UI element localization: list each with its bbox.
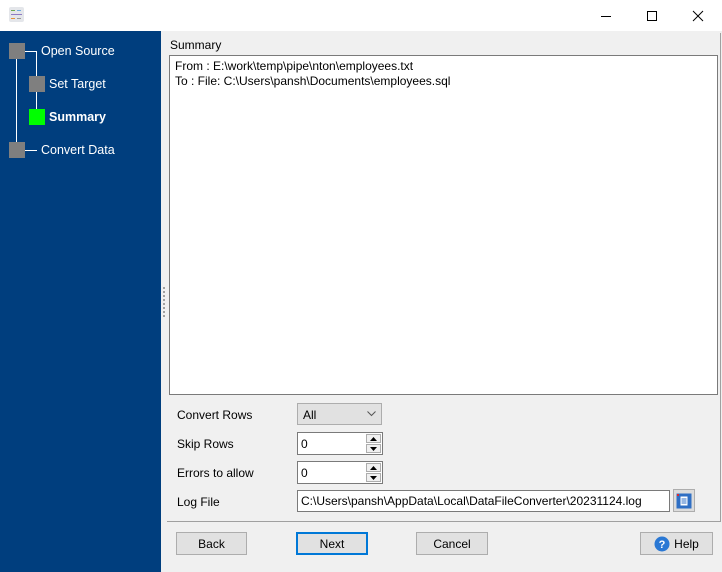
maximize-icon	[647, 10, 657, 21]
log-file-input[interactable]: C:\Users\pansh\AppData\Local\DataFileCon…	[297, 490, 670, 512]
convert-rows-label: Convert Rows	[177, 408, 253, 422]
grip-dot	[163, 291, 165, 293]
step-marker-convert-data	[9, 142, 25, 158]
tree-line	[24, 150, 37, 151]
errors-up-button[interactable]	[366, 463, 381, 472]
step-marker-open-source	[9, 43, 25, 59]
file-browse-icon	[676, 493, 692, 508]
errors-to-allow-label: Errors to allow	[177, 466, 254, 480]
cancel-button[interactable]: Cancel	[416, 532, 488, 555]
chevron-down-icon	[367, 411, 376, 417]
grip-dot	[163, 295, 165, 297]
log-file-value: C:\Users\pansh\AppData\Local\DataFileCon…	[301, 494, 642, 508]
skip-rows-up-button[interactable]	[366, 434, 381, 443]
help-label: Help	[674, 536, 699, 551]
arrow-down-icon	[370, 475, 377, 480]
step-open-source[interactable]: Open Source	[41, 44, 115, 58]
errors-to-allow-value: 0	[301, 466, 308, 480]
next-button[interactable]: Next	[296, 532, 368, 555]
convert-rows-select[interactable]: All	[297, 403, 382, 425]
step-marker-set-target	[29, 76, 45, 92]
summary-from-line: From : E:\work\temp\pipe\nton\employees.…	[175, 59, 414, 73]
arrow-up-icon	[370, 436, 377, 441]
skip-rows-value: 0	[301, 437, 308, 451]
convert-rows-value: All	[303, 408, 317, 422]
errors-to-allow-spinner[interactable]: 0	[297, 461, 383, 484]
grip-dot	[163, 307, 165, 309]
arrow-up-icon	[370, 465, 377, 470]
help-button[interactable]: ? Help	[640, 532, 713, 555]
minimize-button[interactable]	[583, 0, 629, 31]
tree-line	[16, 51, 17, 150]
browse-log-file-button[interactable]	[673, 489, 695, 512]
errors-down-button[interactable]	[366, 473, 381, 482]
grip-dot	[163, 303, 165, 305]
splitter-handle[interactable]	[161, 31, 166, 572]
step-set-target[interactable]: Set Target	[49, 77, 106, 91]
grip-dot	[163, 299, 165, 301]
close-button[interactable]	[675, 0, 721, 31]
summary-text-area[interactable]: From : E:\work\temp\pipe\nton\employees.…	[169, 55, 718, 395]
wizard-sidebar: Open Source Set Target Summary Convert D…	[0, 31, 161, 572]
grip-dot	[163, 287, 165, 289]
arrow-down-icon	[370, 446, 377, 451]
summary-to-line: To : File: C:\Users\pansh\Documents\empl…	[175, 74, 451, 88]
log-file-label: Log File	[177, 495, 220, 509]
maximize-button[interactable]	[629, 0, 675, 31]
skip-rows-spinner[interactable]: 0	[297, 432, 383, 455]
tree-line	[24, 51, 37, 52]
help-icon: ?	[654, 536, 670, 551]
skip-rows-label: Skip Rows	[177, 437, 234, 451]
skip-rows-down-button[interactable]	[366, 444, 381, 453]
grip-dot	[163, 315, 165, 317]
step-marker-summary	[29, 109, 45, 125]
back-button[interactable]: Back	[176, 532, 247, 555]
step-convert-data[interactable]: Convert Data	[41, 143, 115, 157]
minimize-icon	[601, 15, 611, 17]
grip-dot	[163, 311, 165, 313]
step-summary[interactable]: Summary	[49, 110, 106, 124]
title-bar	[0, 0, 722, 31]
app-icon	[9, 7, 24, 22]
close-icon	[692, 10, 704, 21]
svg-text:?: ?	[659, 539, 666, 551]
summary-heading: Summary	[170, 38, 222, 52]
